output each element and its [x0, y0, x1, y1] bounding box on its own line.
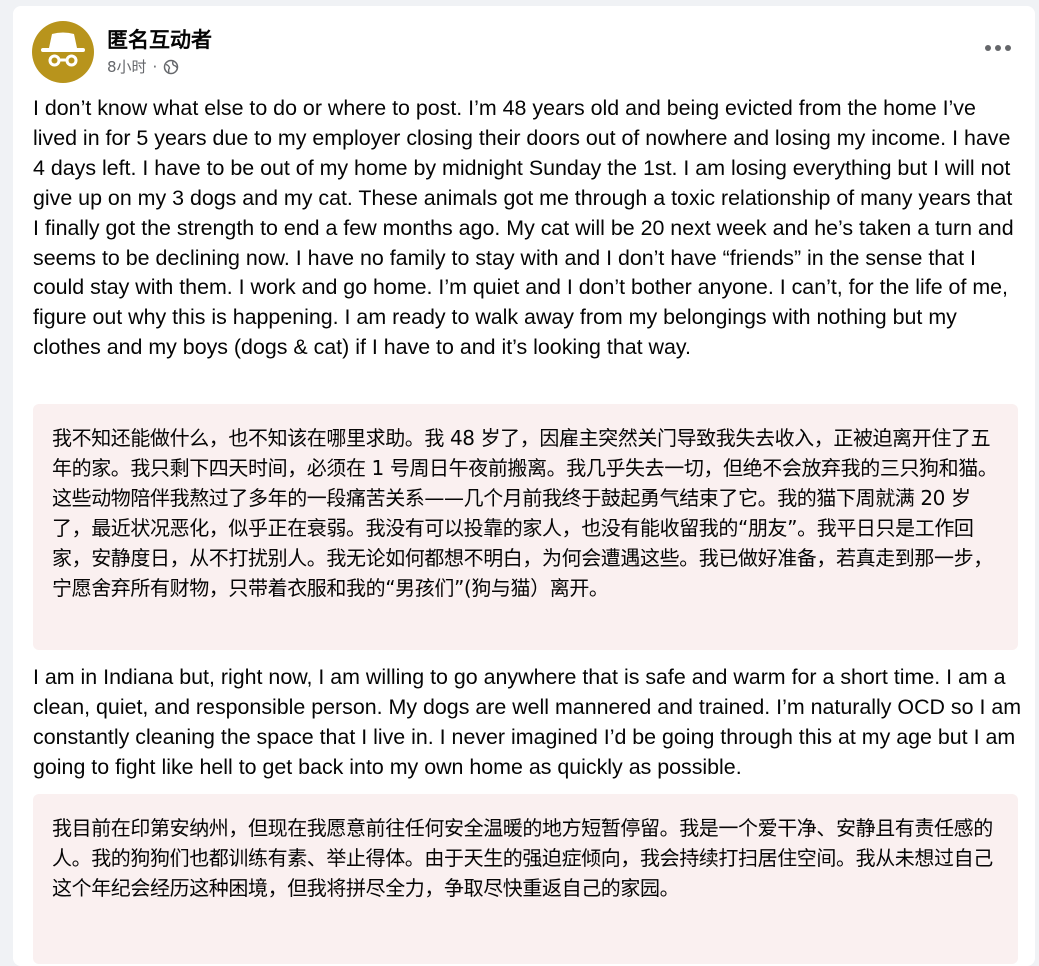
meta-separator: ·	[152, 57, 158, 76]
post-paragraph-chinese-2: 我目前在印第安纳州，但现在我愿意前往任何安全温暖的地方短暂停留。我是一个爱干净、…	[52, 816, 993, 900]
more-dot	[985, 45, 991, 51]
more-options-icon[interactable]	[983, 36, 1013, 60]
post-paragraph-english-1: I don’t know what else to do or where to…	[33, 96, 1014, 360]
post-paragraph-english-2: I am in Indiana but, right now, I am wil…	[33, 665, 1022, 779]
post-meta: 8小时 ·	[107, 56, 179, 77]
post-card: 匿名互动者 8小时 · I don’t know what else to do…	[13, 6, 1035, 966]
author-name[interactable]: 匿名互动者	[107, 24, 212, 54]
translation-block-1: 我不知还能做什么，也不知该在哪里求助。我 48 岁了，因雇主突然关门导致我失去收…	[33, 404, 1018, 650]
post-timestamp[interactable]: 8小时	[107, 56, 147, 77]
post-paragraph-chinese-1: 我不知还能做什么，也不知该在哪里求助。我 48 岁了，因雇主突然关门导致我失去收…	[52, 426, 998, 600]
incognito-avatar-icon[interactable]	[32, 21, 94, 83]
translation-block-2: 我目前在印第安纳州，但现在我愿意前往任何安全温暖的地方短暂停留。我是一个爱干净、…	[33, 794, 1018, 964]
more-dot	[995, 45, 1001, 51]
globe-icon[interactable]	[163, 59, 179, 75]
more-dot	[1005, 45, 1011, 51]
